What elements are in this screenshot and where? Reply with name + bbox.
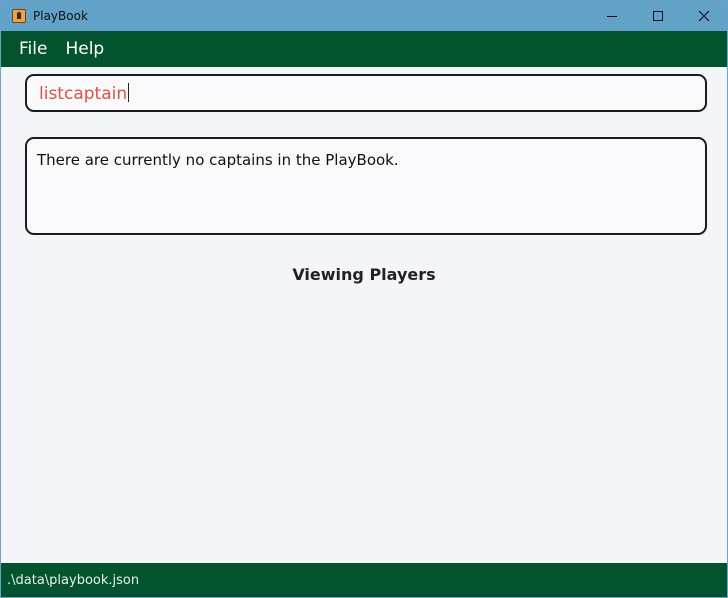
command-input[interactable]: listcaptain [39,83,130,105]
result-display[interactable]: There are currently no captains in the P… [25,137,707,235]
menu-help[interactable]: Help [65,39,104,59]
list-title: Viewing Players [292,265,436,284]
maximize-button[interactable] [635,1,681,31]
close-icon [698,10,710,22]
app-window: PlayBook File Help listcaptain There are… [0,0,728,598]
title-bar[interactable]: PlayBook [1,1,727,31]
text-caret [128,83,130,102]
window-title: PlayBook [33,9,88,23]
command-box[interactable]: listcaptain [25,74,707,112]
minimize-button[interactable] [589,1,635,31]
save-file-path: .\data\playbook.json [7,572,140,588]
command-text: listcaptain [39,84,128,104]
status-bar: .\data\playbook.json [1,563,727,597]
app-icon [12,9,26,23]
close-button[interactable] [681,1,727,31]
maximize-icon [653,11,663,21]
result-message: There are currently no captains in the P… [37,151,399,169]
menu-file[interactable]: File [19,39,47,59]
minimize-icon [607,16,617,17]
menu-bar: File Help [1,31,727,67]
window-controls [589,1,727,31]
player-list-panel[interactable] [25,296,703,557]
